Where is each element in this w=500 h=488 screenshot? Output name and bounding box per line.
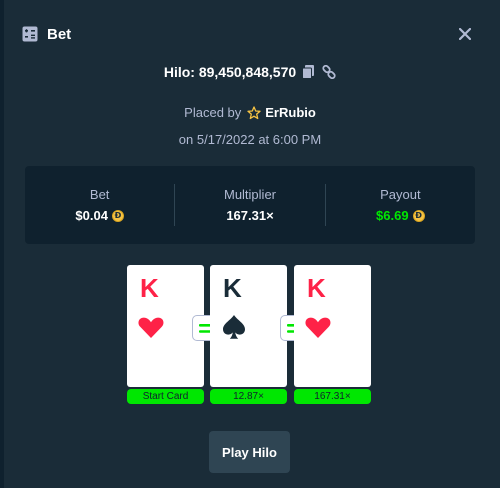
stat-bet-label: Bet (89, 187, 110, 202)
stat-payout-value-row: $6.69 Ð (376, 208, 425, 223)
stat-multiplier-label: Multiplier (223, 187, 276, 202)
link-icon (322, 65, 336, 79)
copy-button[interactable] (302, 65, 316, 79)
card-slot-3: K 167.31× (294, 265, 371, 404)
copy-icon (302, 65, 315, 79)
card-label: 12.87× (210, 389, 287, 404)
card-rank: K (140, 273, 159, 303)
bet-slip-icon (22, 26, 38, 42)
card-label: 167.31× (294, 389, 371, 404)
stat-payout: Payout $6.69 Ð (326, 166, 475, 244)
modal-header: Bet (22, 22, 476, 46)
heart-suit-icon (138, 317, 164, 338)
playing-card: K (210, 265, 287, 387)
stat-payout-label: Payout (380, 187, 421, 202)
card-label: Start Card (127, 389, 204, 404)
play-hilo-button[interactable]: Play Hilo (209, 431, 290, 473)
star-outline-icon (247, 105, 261, 119)
close-icon (459, 28, 471, 40)
playing-card: K (294, 265, 371, 387)
placed-by-label: Placed by (184, 105, 242, 120)
bet-id-row: Hilo: 89,450,848,570 (0, 64, 500, 80)
card-rank: K (307, 273, 326, 303)
bet-date: on 5/17/2022 at 6:00 PM (178, 132, 322, 147)
stat-bet-value: $0.04 (75, 208, 108, 223)
modal-title: Bet (47, 25, 72, 43)
dogecoin-icon: Ð (412, 209, 425, 222)
username-link[interactable]: ErRubio (265, 105, 316, 120)
placed-by-row: Placed by ErRubio (0, 105, 500, 120)
stat-multiplier-value-row: 167.31× (226, 208, 273, 223)
stat-multiplier-value: 167.31× (226, 208, 274, 223)
spade-suit-icon (223, 315, 245, 339)
bet-stats-panel: Bet $0.04 Ð Multiplier 167.31× Payout $6… (25, 166, 475, 244)
card-slot-2: K 12.87× (210, 265, 287, 404)
heart-suit-icon (305, 317, 331, 338)
stat-bet-value-row: $0.04 Ð (75, 208, 124, 223)
dogecoin-icon: Ð (111, 209, 124, 222)
link-button[interactable] (322, 65, 336, 79)
bet-game-id: Hilo: 89,450,848,570 (163, 64, 297, 80)
card-rank: K (223, 273, 242, 303)
stat-multiplier: Multiplier 167.31× (175, 166, 324, 244)
stat-bet: Bet $0.04 Ð (25, 166, 174, 244)
stat-payout-value: $6.69 (376, 208, 409, 223)
close-button[interactable] (454, 23, 476, 45)
